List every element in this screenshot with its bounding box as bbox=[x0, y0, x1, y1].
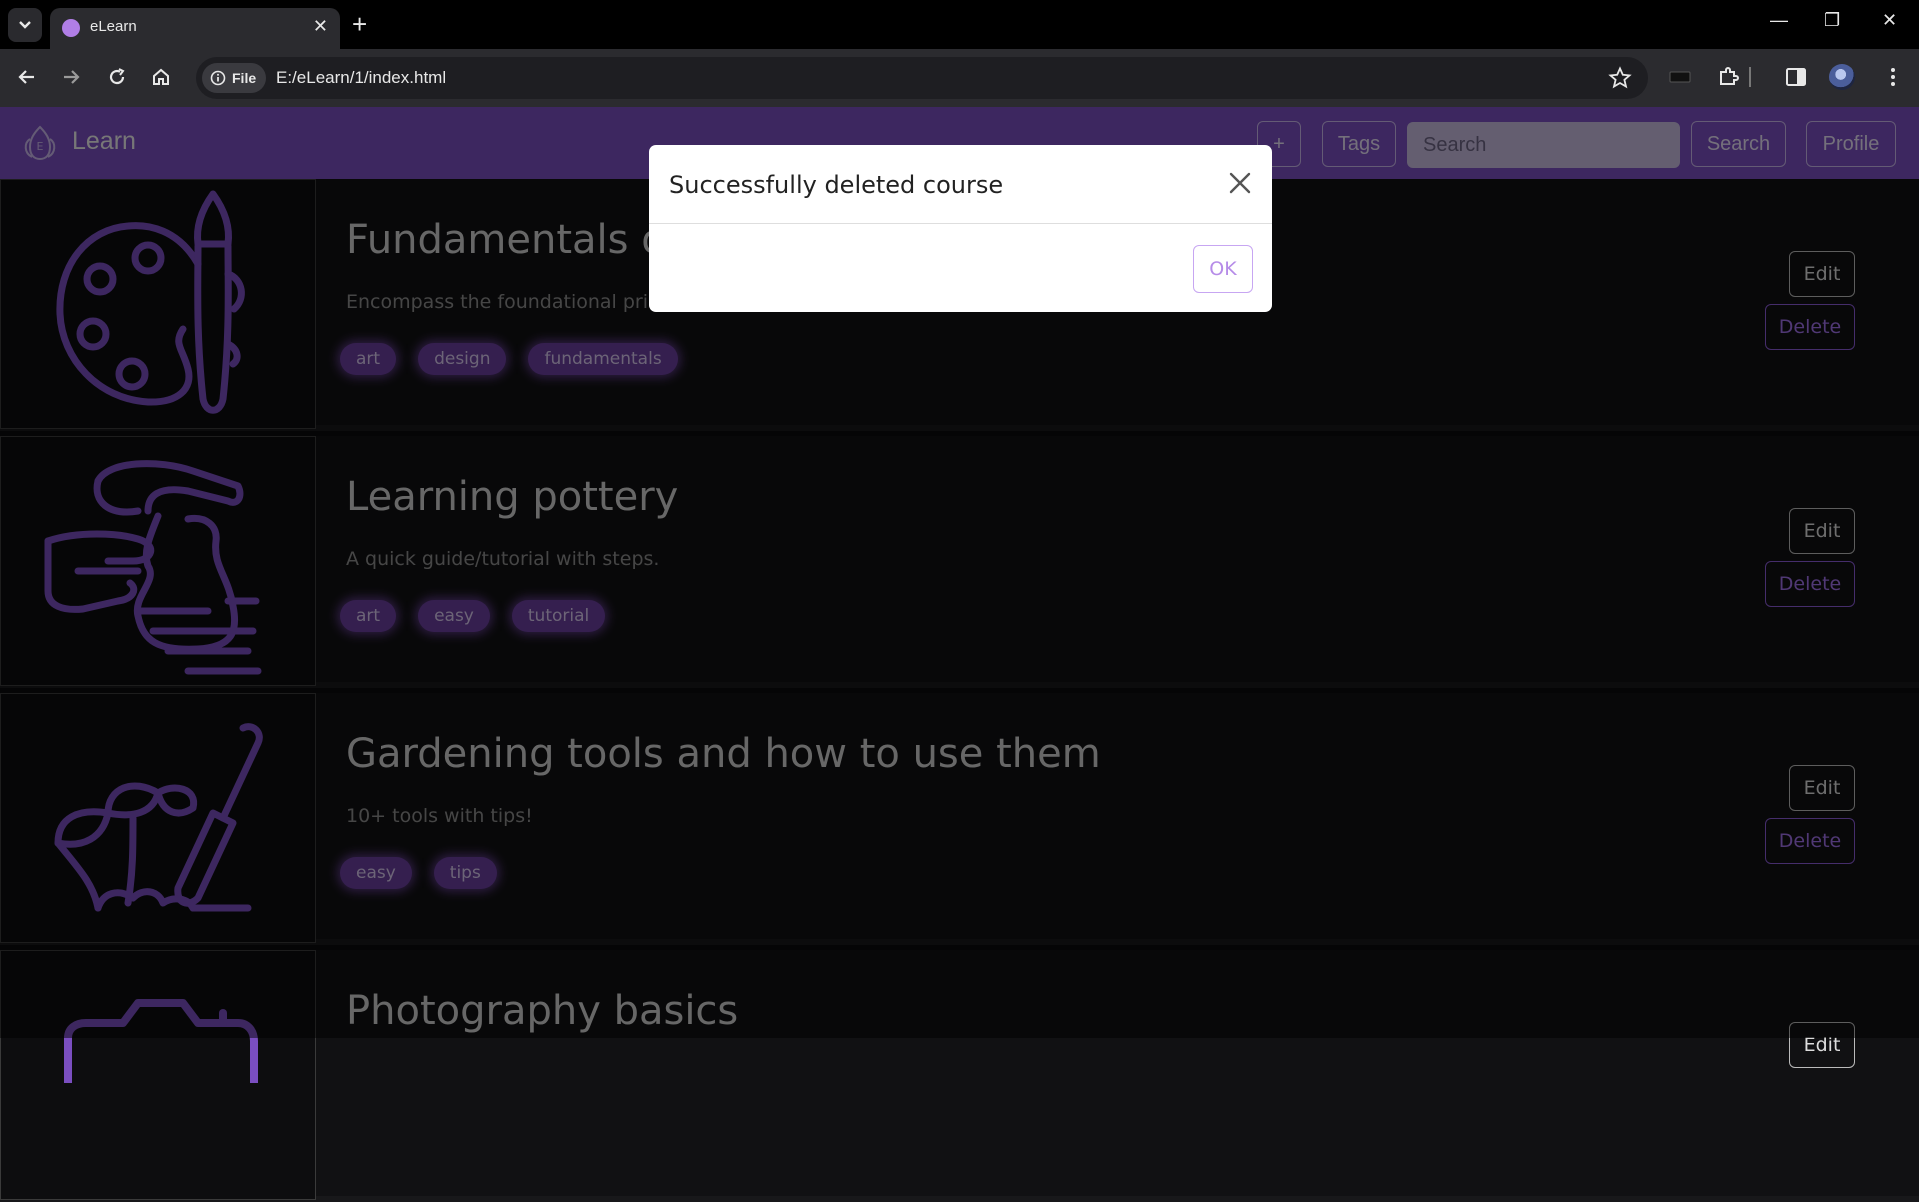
tab-search-button[interactable] bbox=[8, 8, 42, 42]
reload-icon[interactable] bbox=[102, 62, 132, 92]
browser-tab[interactable]: eLearn ✕ bbox=[50, 8, 340, 49]
chevron-down-icon bbox=[19, 21, 31, 29]
favicon-icon bbox=[62, 19, 80, 37]
toolbar-divider bbox=[1748, 62, 1752, 92]
address-bar[interactable]: File E:/eLearn/1/index.html bbox=[196, 57, 1648, 99]
close-window-icon[interactable]: ✕ bbox=[1882, 10, 1897, 31]
success-modal: Successfully deleted course OK bbox=[649, 145, 1272, 312]
modal-title: Successfully deleted course bbox=[669, 171, 1004, 199]
modal-header: Successfully deleted course bbox=[649, 145, 1272, 224]
back-icon[interactable] bbox=[12, 62, 42, 92]
browser-toolbar: File E:/eLearn/1/index.html bbox=[0, 49, 1919, 107]
minimize-icon[interactable]: — bbox=[1770, 10, 1788, 31]
url-text[interactable]: E:/eLearn/1/index.html bbox=[276, 68, 446, 88]
site-info-chip[interactable]: File bbox=[202, 63, 267, 93]
forward-icon[interactable] bbox=[56, 62, 86, 92]
close-icon[interactable] bbox=[1226, 169, 1254, 197]
restore-icon[interactable]: ❐ bbox=[1824, 10, 1840, 31]
new-tab-button[interactable]: + bbox=[352, 10, 367, 38]
info-icon bbox=[210, 70, 226, 86]
home-icon[interactable] bbox=[146, 62, 176, 92]
file-chip-label: File bbox=[232, 70, 257, 86]
tab-title: eLearn bbox=[90, 18, 137, 35]
extensions-puzzle-icon[interactable] bbox=[1713, 62, 1743, 92]
side-panel-icon[interactable] bbox=[1781, 62, 1811, 92]
browser-tab-strip: eLearn ✕ + — ❐ ✕ bbox=[0, 0, 1919, 49]
menu-dots-icon[interactable] bbox=[1878, 62, 1908, 92]
tab-close-icon[interactable]: ✕ bbox=[313, 16, 328, 37]
avatar[interactable] bbox=[1827, 62, 1857, 92]
bookmark-star-icon[interactable] bbox=[1608, 66, 1632, 90]
ok-button[interactable]: OK bbox=[1193, 245, 1253, 293]
extension-icon[interactable] bbox=[1665, 62, 1695, 92]
